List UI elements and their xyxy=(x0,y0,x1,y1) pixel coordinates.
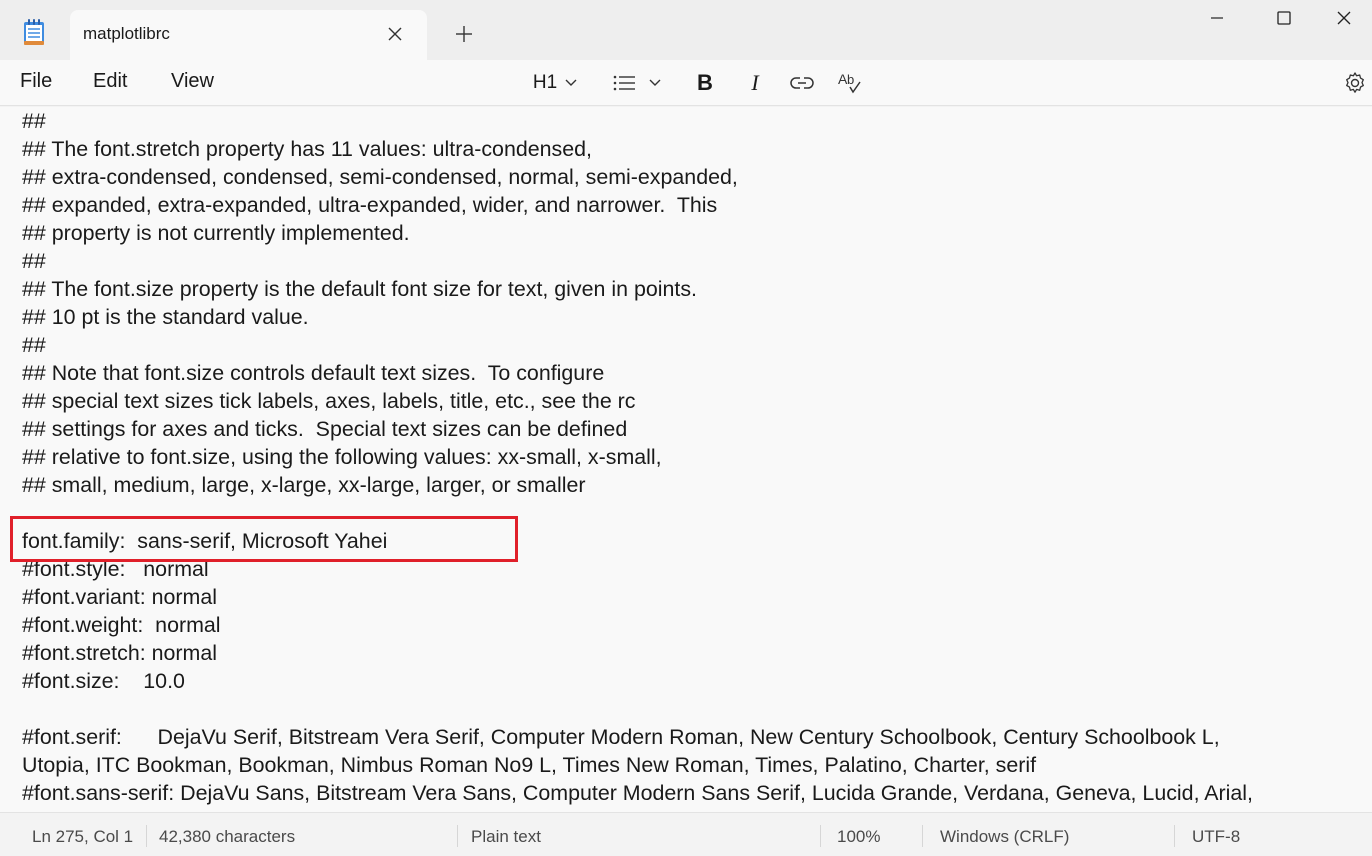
editor-line: ## property is not currently implemented… xyxy=(22,221,410,245)
plus-icon xyxy=(456,26,472,42)
menu-file[interactable]: File xyxy=(20,70,52,93)
heading-dropdown[interactable]: H1 xyxy=(520,66,590,100)
cursor-position: Ln 275, Col 1 xyxy=(32,827,134,846)
line-ending[interactable]: Windows (CRLF) xyxy=(940,827,1069,847)
gear-icon xyxy=(1346,72,1364,93)
menu-edit[interactable]: Edit xyxy=(93,70,127,93)
minimize-icon xyxy=(1210,17,1223,19)
tab-matplotlibrc[interactable]: matplotlibrc xyxy=(70,10,427,60)
status-divider xyxy=(1174,825,1175,847)
encoding[interactable]: UTF-8 xyxy=(1192,827,1240,847)
menu-view[interactable]: View xyxy=(171,70,214,93)
highlight-annotation-box xyxy=(10,516,518,562)
editor-line: #font.variant: normal xyxy=(22,585,217,609)
status-divider xyxy=(146,825,147,847)
editor-line: #font.sans-serif: DejaVu Sans, Bitstream… xyxy=(22,781,1254,805)
link-icon xyxy=(790,77,814,89)
editor-line: ## special text sizes tick labels, axes,… xyxy=(22,389,636,413)
editor-line: ## expanded, extra-expanded, ultra-expan… xyxy=(22,193,718,217)
list-dropdown[interactable] xyxy=(606,66,668,100)
tab-title: matplotlibrc xyxy=(83,24,170,43)
spellcheck-button[interactable]: A b xyxy=(834,66,866,100)
editor-line: ## extra-condensed, condensed, semi-cond… xyxy=(22,165,738,189)
editor-line: Utopia, ITC Bookman, Bookman, Nimbus Rom… xyxy=(22,753,1037,777)
editor-line: #font.stretch: normal xyxy=(22,641,217,665)
editor-line: #font.weight: normal xyxy=(22,613,221,637)
heading-label: H1 xyxy=(532,72,558,93)
status-bar: Ln 275, Col 1 42,380 characters Plain te… xyxy=(0,812,1372,856)
editor-line: ## xyxy=(22,249,46,273)
status-divider xyxy=(922,825,923,847)
bulleted-list-icon xyxy=(613,75,635,91)
editor-content[interactable]: ## ## The font.stretch property has 11 v… xyxy=(22,107,1362,807)
chevron-down-icon xyxy=(649,79,661,86)
notepad-icon xyxy=(22,18,46,46)
editor-line: ## The font.stretch property has 11 valu… xyxy=(22,137,592,161)
editor-line: ## settings for axes and ticks. Special … xyxy=(22,417,628,441)
title-bar: matplotlibrc xyxy=(0,0,1372,60)
maximize-icon xyxy=(1276,11,1291,25)
editor-line: #font.serif: DejaVu Serif, Bitstream Ver… xyxy=(22,725,1220,749)
editor-line: ## Note that font.size controls default … xyxy=(22,361,605,385)
editor-line: #font.size: 10.0 xyxy=(22,669,185,693)
close-icon xyxy=(388,27,402,41)
close-tab-button[interactable] xyxy=(380,19,410,49)
chevron-down-icon xyxy=(565,79,577,86)
status-divider xyxy=(457,825,458,847)
close-window-button[interactable] xyxy=(1315,0,1372,36)
character-count: 42,380 characters xyxy=(159,827,296,846)
svg-text:b: b xyxy=(847,72,854,87)
editor-line: ## xyxy=(22,109,46,133)
text-editor[interactable]: ## ## The font.stretch property has 11 v… xyxy=(0,107,1372,812)
bold-button[interactable]: B xyxy=(690,66,720,100)
editor-line: ## relative to font.size, using the foll… xyxy=(22,445,662,469)
settings-button[interactable] xyxy=(1340,66,1370,100)
editor-line: ## 10 pt is the standard value. xyxy=(22,305,309,329)
link-button[interactable] xyxy=(786,66,818,100)
maximize-button[interactable] xyxy=(1255,0,1312,36)
new-tab-button[interactable] xyxy=(448,18,480,50)
spellcheck-icon: A b xyxy=(838,71,861,94)
status-divider xyxy=(820,825,821,847)
editor-line: ## small, medium, large, x-large, xx-lar… xyxy=(22,473,586,497)
minimize-button[interactable] xyxy=(1188,0,1245,36)
editor-line: ## xyxy=(22,333,46,357)
menu-bar: File Edit View H1 B I A b xyxy=(0,60,1372,106)
italic-button[interactable]: I xyxy=(740,66,770,100)
file-format[interactable]: Plain text xyxy=(471,827,541,847)
editor-line: ## The font.size property is the default… xyxy=(22,277,697,301)
close-icon xyxy=(1337,11,1350,25)
zoom-level[interactable]: 100% xyxy=(837,827,880,847)
